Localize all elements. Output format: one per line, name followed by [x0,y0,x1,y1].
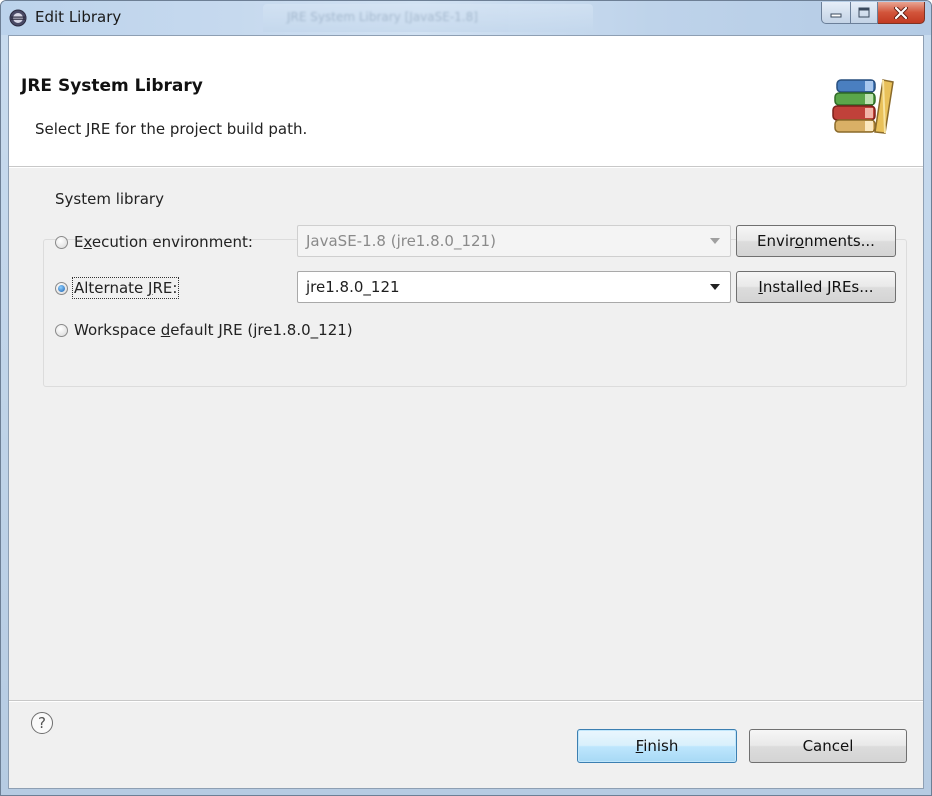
execution-environment-radio[interactable]: Execution environment: [55,233,253,251]
header-divider [9,167,923,168]
execution-environment-label: Execution environment: [74,233,253,251]
installed-jres-button[interactable]: Installed JREs... [736,271,896,303]
background-window-tab: JRE System Library [JavaSE-1.8] [263,4,593,32]
radio-circle [55,235,68,249]
system-library-group [43,239,907,387]
radio-circle-selected [55,281,68,295]
window-title: Edit Library [35,8,122,26]
maximize-button[interactable] [851,2,878,24]
library-books-icon [832,79,894,134]
system-library-group-label: System library [49,190,170,208]
workspace-default-jre-radio[interactable]: Workspace default JRE (jre1.8.0_121) [55,321,353,339]
title-bar[interactable]: Edit Library JRE System Library [JavaSE-… [1,1,931,35]
environments-button[interactable]: Environments... [736,225,896,257]
close-icon [894,6,908,19]
page-description: Select JRE for the project build path. [35,120,308,138]
workspace-default-jre-label: Workspace default JRE (jre1.8.0_121) [74,321,353,339]
eclipse-app-icon [9,9,27,27]
minimize-icon [830,13,842,17]
alternate-jre-combo[interactable]: jre1.8.0_121 [297,271,731,303]
dropdown-arrow-icon [710,284,720,290]
dialog-header: JRE System Library Select JRE for the pr… [9,36,923,167]
caption-buttons [821,2,925,24]
footer-divider-highlight [9,701,923,702]
execution-environment-combo[interactable]: JavaSE-1.8 (jre1.8.0_121) [297,225,731,257]
alternate-jre-radio[interactable]: Alternate JRE: [55,277,180,299]
finish-button[interactable]: Finish [577,729,737,763]
alternate-jre-value: jre1.8.0_121 [306,278,400,296]
help-icon[interactable]: ? [31,712,53,734]
maximize-icon [858,7,870,18]
execution-environment-value: JavaSE-1.8 (jre1.8.0_121) [306,232,496,250]
dropdown-arrow-icon [710,238,720,244]
dialog-client-area: JRE System Library Select JRE for the pr… [8,35,924,789]
alternate-jre-label: Alternate JRE: [71,277,180,299]
background-window-title: JRE System Library [JavaSE-1.8] [287,10,478,24]
cancel-button[interactable]: Cancel [749,729,907,763]
minimize-button[interactable] [821,2,851,24]
close-button[interactable] [878,2,925,24]
page-title: JRE System Library [21,76,203,96]
radio-circle [55,323,68,337]
edit-library-window: Edit Library JRE System Library [JavaSE-… [0,0,932,796]
